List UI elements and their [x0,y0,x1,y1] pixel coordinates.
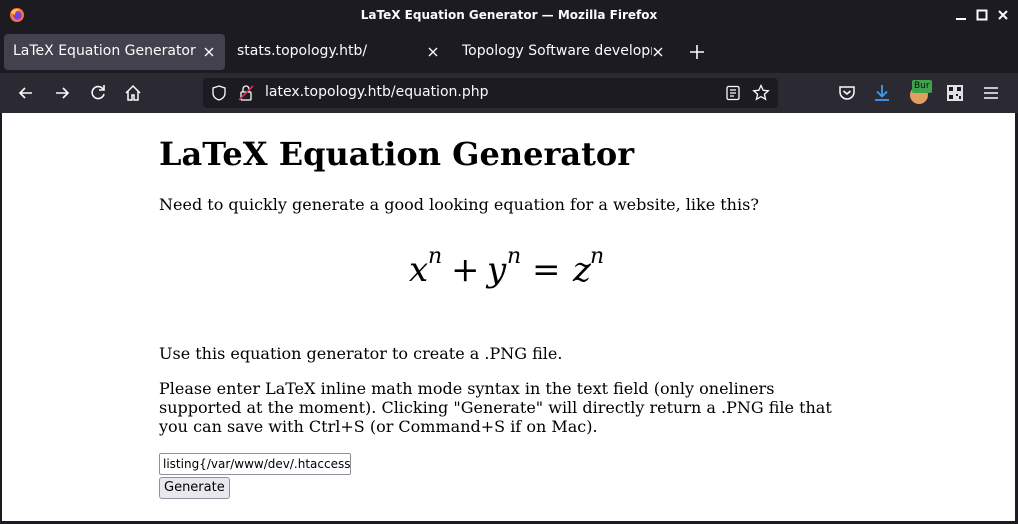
window-close-icon[interactable] [996,8,1010,22]
generate-button[interactable]: Generate [159,477,230,499]
burp-badge: Bur [912,80,932,93]
eq-equals: = [532,250,561,289]
url-text[interactable]: latex.topology.htb/equation.php [265,84,488,100]
example-equation: x n + y n = z n [409,244,604,289]
eq-x: x [409,250,428,289]
reader-view-icon[interactable] [725,85,741,101]
burp-extension-icon[interactable]: Bur [910,80,932,104]
eq-exp-3: n [590,244,604,269]
tab-strip: LaTeX Equation Generator stats.topology.… [0,30,1018,73]
tab-label: stats.topology.htb/ [237,43,368,59]
window-titlebar: LaTeX Equation Generator — Mozilla Firef… [0,0,1018,30]
usage-text: Use this equation generator to create a … [159,344,563,363]
instructions-text: Please enter LaTeX inline math mode synt… [159,379,832,436]
tab-label: Topology Software developm [462,43,652,59]
eq-exp-1: n [428,244,442,269]
tab-label: LaTeX Equation Generator [13,43,196,59]
eq-plus: + [451,250,480,289]
eq-exp-2: n [507,244,521,269]
nav-toolbar: latex.topology.htb/equation.php Bur [0,73,1018,113]
tab-close-icon[interactable] [427,46,439,58]
intro-text: Need to quickly generate a good looking … [159,195,759,214]
reload-icon[interactable] [88,83,108,103]
url-bar[interactable]: latex.topology.htb/equation.php [203,78,778,108]
page-title: LaTeX Equation Generator [159,135,635,173]
pocket-icon[interactable] [837,83,857,103]
minimize-icon[interactable] [954,8,968,22]
tab-close-icon[interactable] [652,46,664,58]
back-arrow-icon[interactable] [16,83,36,103]
latex-input-field[interactable]: listing{/var/www/dev/.htaccess [159,453,351,475]
new-tab-plus-icon[interactable] [688,43,706,61]
page-content: LaTeX Equation Generator Need to quickly… [2,113,1015,521]
home-icon[interactable] [123,83,143,103]
app-menu-icon[interactable] [981,83,1001,103]
tab-latex-generator[interactable]: LaTeX Equation Generator [4,34,225,70]
eq-z: z [572,250,592,289]
tab-close-icon[interactable] [203,46,215,58]
window-title: LaTeX Equation Generator — Mozilla Firef… [360,8,658,22]
window-border-left [0,113,2,524]
maximize-icon[interactable] [975,8,989,22]
insecure-lock-icon[interactable] [238,84,254,102]
tab-topology-software[interactable]: Topology Software developm [453,34,674,70]
tracking-shield-icon[interactable] [211,85,227,101]
qr-code-icon[interactable] [945,83,965,103]
downloads-icon[interactable] [872,83,892,103]
tab-stats-topology[interactable]: stats.topology.htb/ [228,34,449,70]
forward-arrow-icon[interactable] [52,83,72,103]
bookmark-star-icon[interactable] [752,84,770,102]
eq-y: y [485,250,507,289]
